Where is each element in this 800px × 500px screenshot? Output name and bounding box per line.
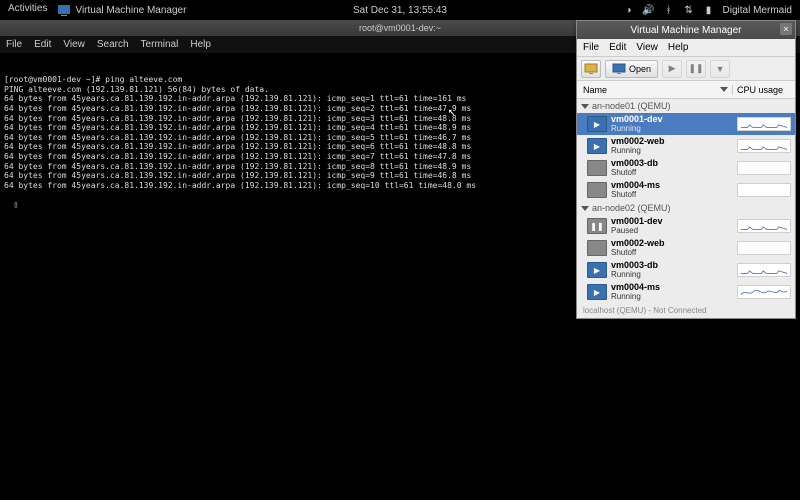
app-menu[interactable]: Virtual Machine Manager	[57, 3, 186, 17]
vm-state: Paused	[611, 227, 733, 236]
vmm-menubar: File Edit View Help	[577, 39, 795, 57]
vm-row[interactable]: ▶vm0001-devRunning	[577, 113, 795, 135]
cpu-sparkline	[737, 241, 791, 255]
vm-row[interactable]: ❚❚vm0001-devPaused	[577, 215, 795, 237]
vm-row[interactable]: ▶vm0002-webRunning	[577, 135, 795, 157]
cpu-sparkline	[737, 285, 791, 299]
vm-state: Running	[611, 147, 733, 156]
user-menu[interactable]: Digital Mermaid	[723, 5, 792, 16]
active-app-label: Virtual Machine Manager	[75, 5, 186, 16]
vm-status-icon	[587, 240, 607, 256]
term-menu-search[interactable]: Search	[97, 39, 129, 50]
bluetooth-icon[interactable]: ᚼ	[663, 4, 675, 16]
vm-info: vm0001-devPaused	[611, 217, 733, 236]
connection-group[interactable]: an-node01 (QEMU)	[577, 99, 795, 113]
term-menu-edit[interactable]: Edit	[34, 39, 51, 50]
vm-status-icon: ▶	[587, 284, 607, 300]
new-vm-button[interactable]	[581, 60, 601, 78]
group-label: an-node01 (QEMU)	[592, 101, 671, 111]
term-menu-terminal[interactable]: Terminal	[141, 39, 179, 50]
vmm-title: Virtual Machine Manager	[631, 25, 742, 36]
vm-row[interactable]: vm0002-webShutoff	[577, 237, 795, 259]
vm-state: Shutoff	[611, 249, 733, 258]
vmm-menu-help[interactable]: Help	[668, 42, 689, 53]
vm-row[interactable]: vm0003-dbShutoff	[577, 157, 795, 179]
vmm-menu-file[interactable]: File	[583, 42, 599, 53]
vmm-logo-icon	[57, 3, 71, 17]
col-name[interactable]: Name	[577, 85, 733, 95]
vm-row[interactable]: ▶vm0003-dbRunning	[577, 259, 795, 281]
vm-info: vm0002-webShutoff	[611, 239, 733, 258]
cpu-sparkline	[737, 183, 791, 197]
cpu-sparkline	[737, 161, 791, 175]
sort-indicator-icon	[720, 87, 728, 92]
cpu-sparkline	[737, 219, 791, 233]
vm-info: vm0003-dbShutoff	[611, 159, 733, 178]
vmm-toolbar: Open ▶ ❚❚ ▼	[577, 57, 795, 81]
vm-info: vm0004-msRunning	[611, 283, 733, 302]
vm-status-icon	[587, 182, 607, 198]
vm-info: vm0004-msShutoff	[611, 181, 733, 200]
vmm-titlebar[interactable]: Virtual Machine Manager ×	[577, 21, 795, 39]
vmm-list: an-node01 (QEMU)▶vm0001-devRunning▶vm000…	[577, 99, 795, 303]
vm-status-icon: ❚❚	[587, 218, 607, 234]
cpu-sparkline	[737, 139, 791, 153]
term-menu-help[interactable]: Help	[190, 39, 211, 50]
vmm-list-header: Name CPU usage	[577, 81, 795, 99]
vm-status-icon: ▶	[587, 116, 607, 132]
vmm-menu-edit[interactable]: Edit	[609, 42, 626, 53]
pause-button[interactable]: ❚❚	[686, 60, 706, 78]
vm-state: Running	[611, 293, 733, 302]
volume-icon[interactable]: 🔊	[643, 4, 655, 16]
vm-state: Running	[611, 271, 733, 280]
vm-status-icon: ▶	[587, 138, 607, 154]
connection-group[interactable]: an-node02 (QEMU)	[577, 201, 795, 215]
group-label: an-node02 (QEMU)	[592, 203, 671, 213]
close-icon[interactable]: ×	[780, 23, 792, 35]
open-label: Open	[629, 64, 651, 74]
run-button[interactable]: ▶	[662, 60, 682, 78]
cpu-sparkline	[737, 117, 791, 131]
shutdown-button[interactable]: ▼	[710, 60, 730, 78]
terminal-title: root@vm0001-dev:~	[359, 23, 441, 33]
monitor-icon	[584, 63, 598, 75]
vm-info: vm0002-webRunning	[611, 137, 733, 156]
vm-status-icon: ▶	[587, 262, 607, 278]
expand-icon	[581, 104, 589, 109]
expand-icon	[581, 206, 589, 211]
monitor-icon	[612, 63, 626, 75]
clock[interactable]: Sat Dec 31, 13:55:43	[353, 5, 447, 16]
network-icon[interactable]: ⇅	[683, 4, 695, 16]
vm-state: Shutoff	[611, 169, 733, 178]
cpu-sparkline	[737, 263, 791, 277]
open-button[interactable]: Open	[605, 60, 658, 78]
vm-status-icon	[587, 160, 607, 176]
vm-row[interactable]: vm0004-msShutoff	[577, 179, 795, 201]
battery-icon[interactable]: ▮	[703, 4, 715, 16]
vmm-menu-view[interactable]: View	[636, 42, 658, 53]
vm-info: vm0001-devRunning	[611, 115, 733, 134]
activities-button[interactable]: Activities	[8, 3, 47, 17]
vmm-window[interactable]: Virtual Machine Manager × File Edit View…	[576, 20, 796, 319]
gnome-topbar: Activities Virtual Machine Manager Sat D…	[0, 0, 800, 20]
vm-info: vm0003-dbRunning	[611, 261, 733, 280]
vm-row[interactable]: ▶vm0004-msRunning	[577, 281, 795, 303]
terminal-cursor: ▯	[14, 200, 19, 209]
term-menu-view[interactable]: View	[63, 39, 85, 50]
mouse-cursor: ↖	[448, 104, 455, 118]
vm-state: Running	[611, 125, 733, 134]
term-menu-file[interactable]: File	[6, 39, 22, 50]
connection-disconnected[interactable]: localhost (QEMU) - Not Connected	[577, 303, 795, 318]
col-cpu[interactable]: CPU usage	[733, 85, 795, 95]
vm-state: Shutoff	[611, 191, 733, 200]
accessibility-icon[interactable]: ◑	[623, 4, 635, 16]
